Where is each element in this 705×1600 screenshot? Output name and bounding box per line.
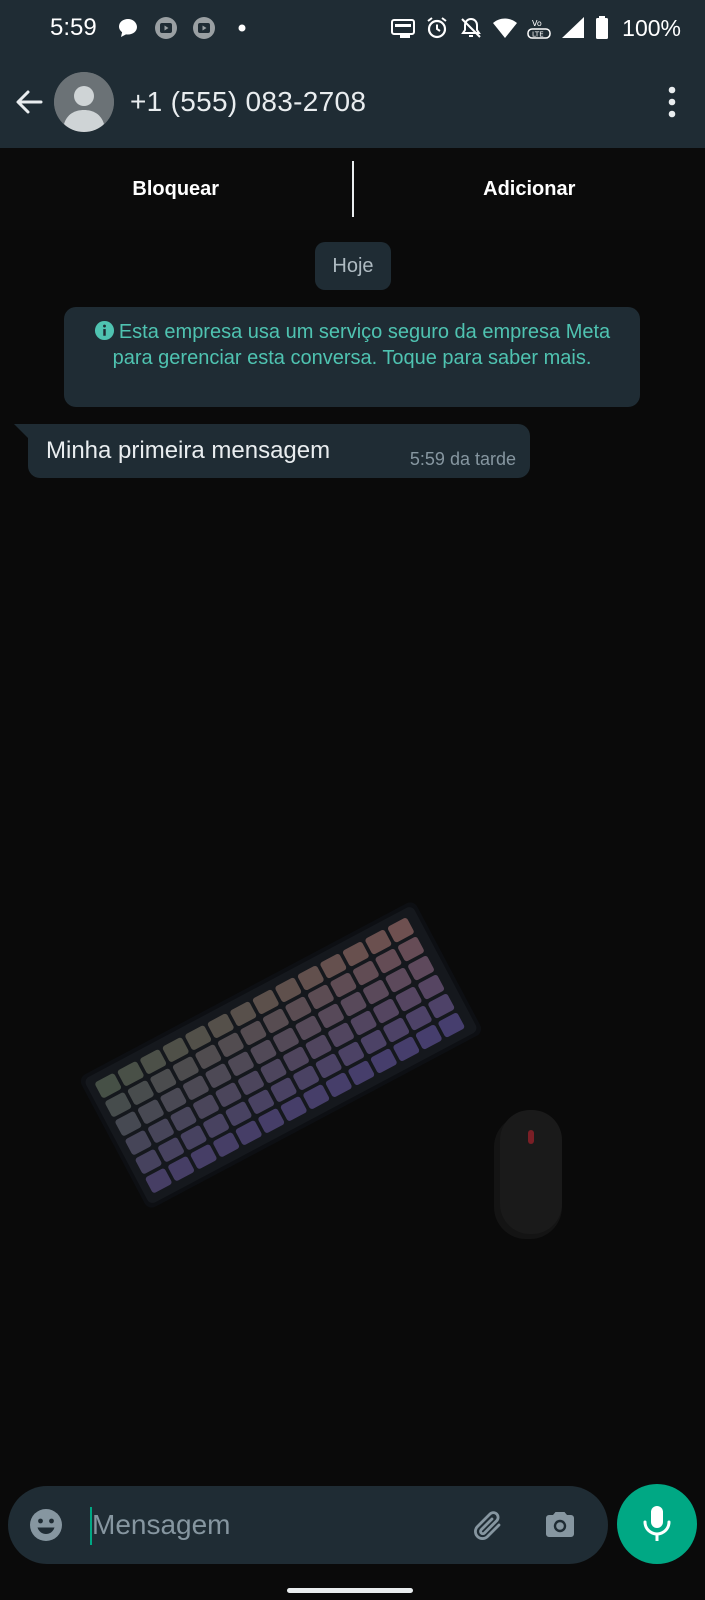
contact-avatar[interactable] [54,72,114,132]
more-vert-icon [668,86,676,118]
signal-icon [560,15,586,41]
volte-lte-icon: Vo LTE [526,15,552,41]
youtube-icon [191,15,217,41]
svg-text:Vo: Vo [532,19,542,28]
chat-area[interactable]: Hoje Esta empresa usa um serviço seguro … [0,230,705,1485]
battery-percentage: 100% [622,14,681,41]
microphone-icon [643,1506,671,1541]
message-input[interactable]: Mensagem [90,1495,464,1555]
default-avatar-icon [54,72,114,132]
date-chip: Hoje [315,242,391,290]
emoji-button[interactable] [24,1503,68,1547]
notice-text: Esta empresa usa um serviço seguro da em… [112,321,611,369]
text-caret [90,1507,92,1545]
alarm-icon [424,15,450,41]
info-icon [94,320,114,341]
more-options-button[interactable] [647,72,697,132]
add-contact-button[interactable]: Adicionar [354,148,705,230]
unknown-contact-actions: Bloquear Adicionar [0,148,705,230]
paperclip-icon [474,1511,501,1540]
status-bar: 5:59 Vo LTE 100% [0,0,705,56]
battery-icon [594,15,610,41]
bubble-tail [14,424,30,440]
block-button[interactable]: Bloquear [0,148,352,230]
chat-bubble-icon [115,15,141,41]
chat-header: +1 (555) 083-2708 [0,56,705,148]
chat-wallpaper-keyboard-mouse [80,902,562,1239]
camera-icon [546,1512,574,1537]
message-bubble[interactable]: Minha primeira mensagem 5:59 da tarde [14,424,530,478]
whatsapp-chat-screen: 5:59 Vo LTE 100% +1 (555) 083-2708 Bloqu… [0,0,705,1600]
emoji-icon [30,1509,62,1541]
camera-button[interactable] [536,1501,584,1549]
hd-auto-icon [390,15,416,41]
message-placeholder: Mensagem [92,1509,231,1540]
svg-text:LTE: LTE [532,31,544,39]
bell-off-icon [458,15,484,41]
dot-icon [229,15,255,41]
attach-button[interactable] [464,1500,514,1550]
wifi-icon [492,15,518,41]
message-text: Minha primeira mensagem [46,437,331,464]
message-composer: Mensagem [8,1486,608,1564]
business-security-notice[interactable]: Esta empresa usa um serviço seguro da em… [64,307,640,407]
youtube-icon [153,15,179,41]
voice-message-button[interactable] [617,1484,697,1564]
status-notification-icons [115,15,255,41]
message-time: 5:59 da tarde [409,449,516,469]
status-time: 5:59 [50,14,97,41]
gesture-nav-handle[interactable] [287,1588,413,1593]
back-button[interactable] [6,72,52,132]
status-system-icons: Vo LTE 100% [390,15,681,42]
contact-name[interactable]: +1 (555) 083-2708 [130,86,366,118]
arrow-left-icon [16,90,43,114]
